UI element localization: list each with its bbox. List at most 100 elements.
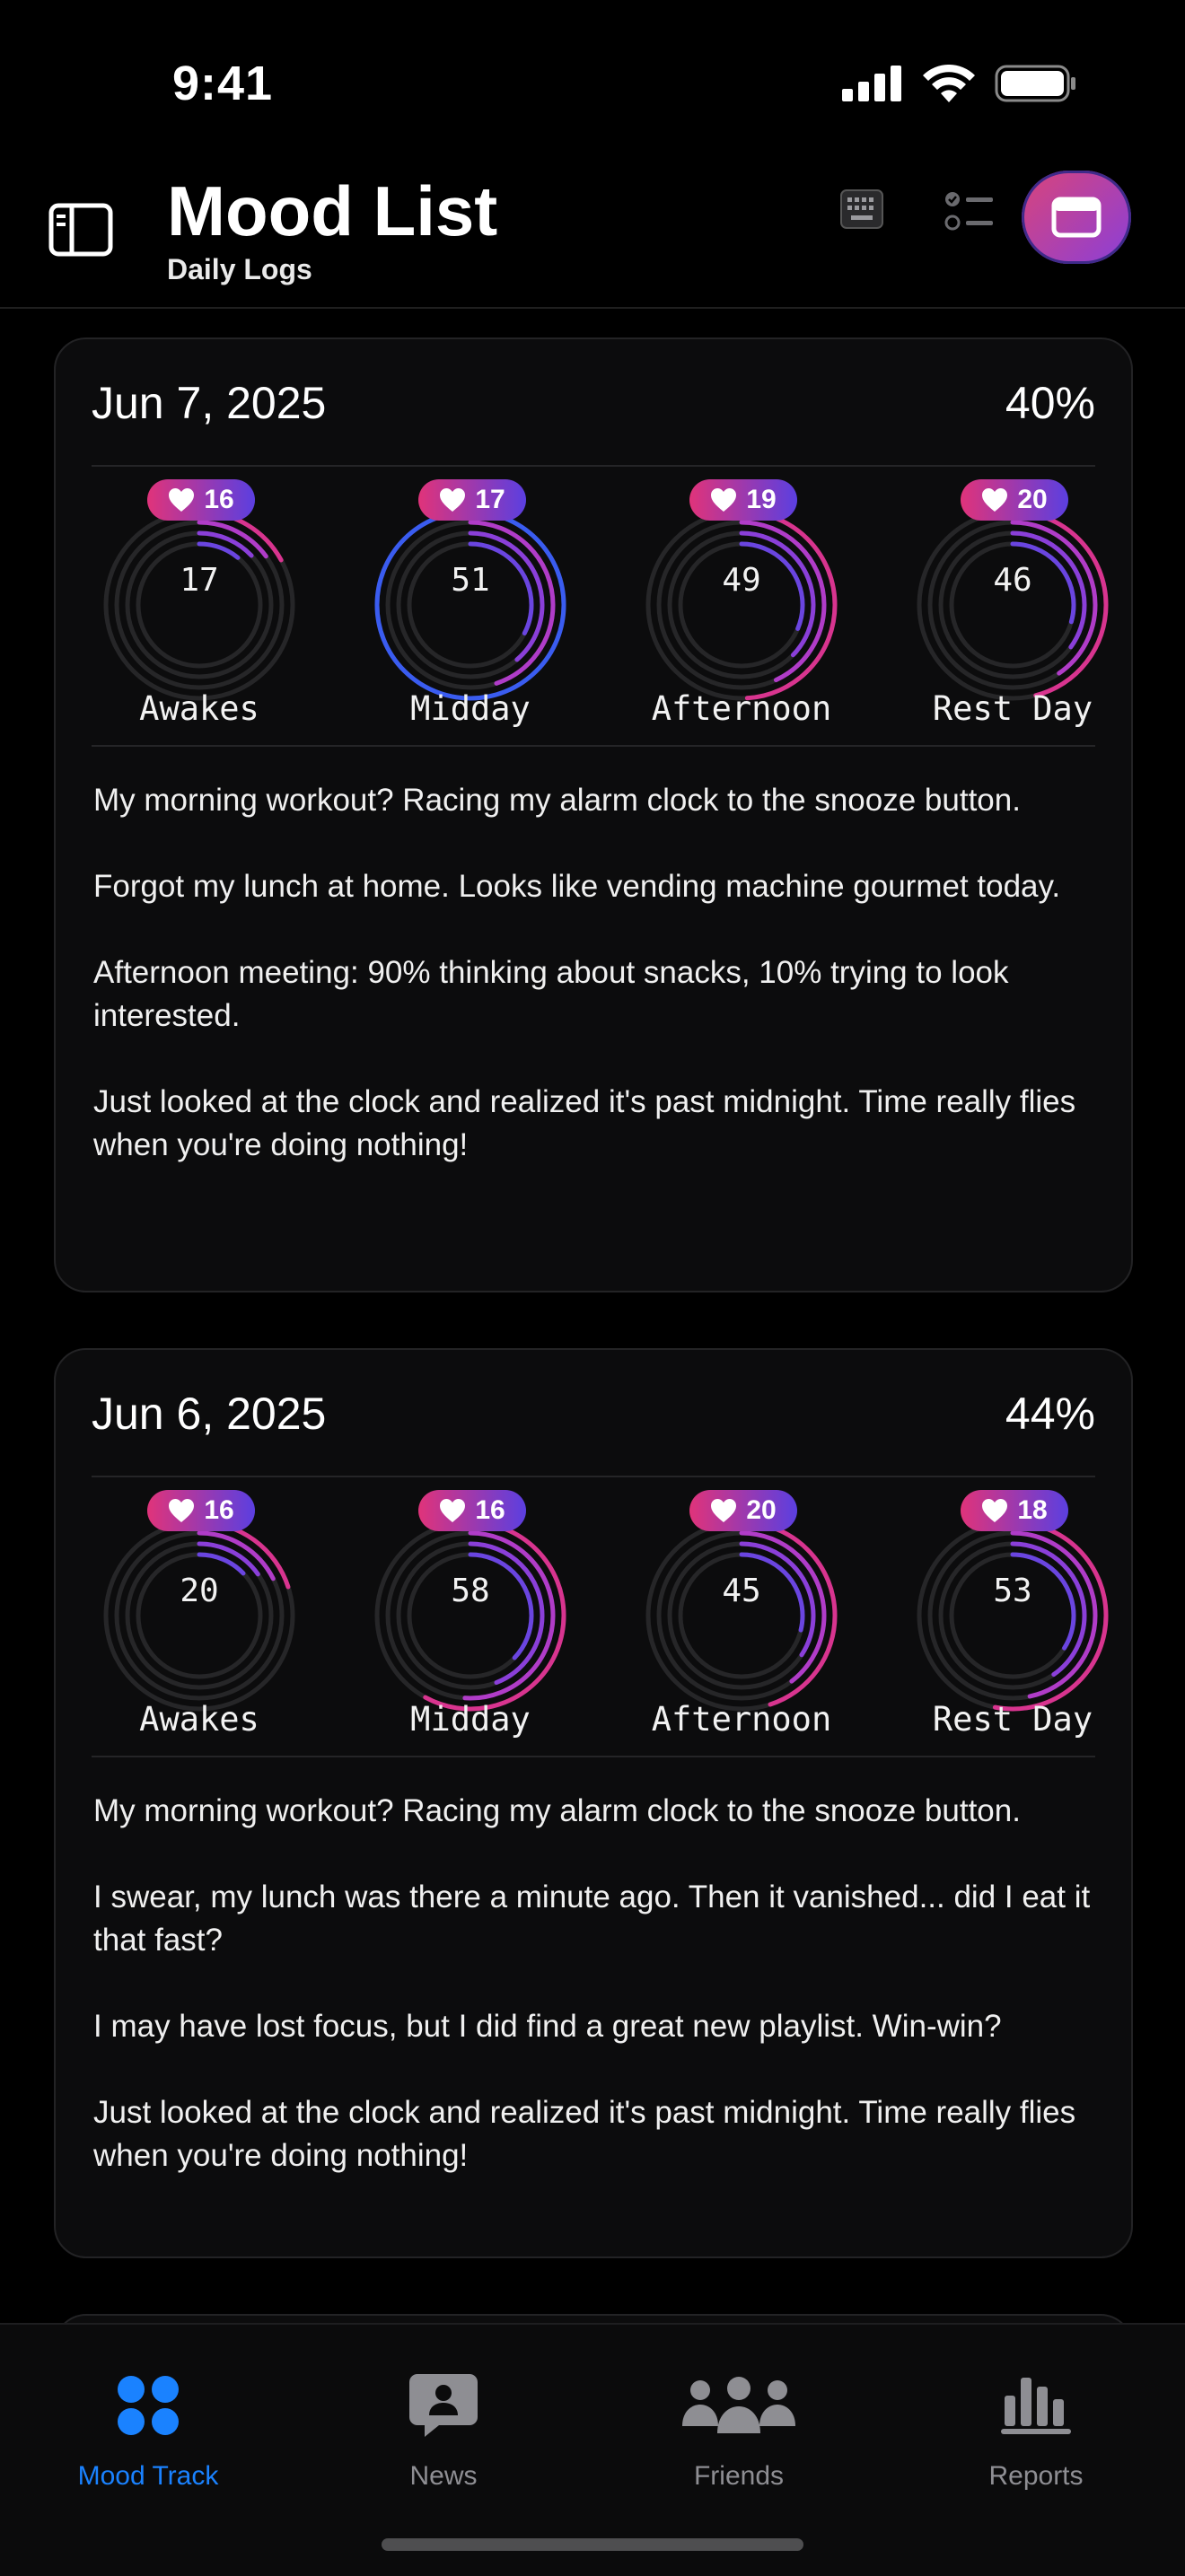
hearts-badge: 20 — [961, 479, 1068, 521]
hearts-badge: 16 — [147, 479, 255, 521]
mood-ring[interactable]: 17 16 Awakes — [92, 479, 307, 749]
home-indicator[interactable] — [382, 2538, 803, 2551]
ring-label: Awakes — [139, 689, 259, 728]
checklist-button[interactable] — [944, 190, 995, 233]
keyboard-icon — [840, 189, 883, 229]
bar-chart-icon — [1001, 2378, 1071, 2434]
page-subtitle: Daily Logs — [167, 253, 312, 285]
hearts-badge: 16 — [418, 1490, 526, 1531]
mood-ring[interactable]: 45 20 Afternoon — [634, 1490, 849, 1759]
tab-label: Friends — [693, 2461, 785, 2491]
ring-value: 53 — [993, 1573, 1032, 1609]
ring-value: 46 — [993, 562, 1032, 599]
hearts-badge: 17 — [418, 479, 526, 521]
tab-friends[interactable]: Friends — [631, 2370, 847, 2492]
heart-icon — [169, 1499, 195, 1522]
heart-icon — [440, 488, 466, 512]
window-layout-button[interactable] — [1022, 171, 1131, 264]
cellular-signal-icon — [842, 66, 901, 101]
ring-gauge — [103, 509, 295, 701]
mood-ring[interactable]: 20 16 Awakes — [92, 1490, 307, 1759]
heart-icon — [711, 1499, 737, 1522]
heart-icon — [982, 1499, 1008, 1522]
entry-date: Jun 7, 2025 — [92, 378, 327, 428]
mood-ring[interactable]: 46 20 Rest Day — [905, 479, 1120, 749]
ring-gauge — [917, 509, 1109, 701]
note-text: Forgot my lunch at home. Looks like vend… — [93, 869, 1061, 904]
people-group-icon — [682, 2377, 795, 2433]
status-time: 9:41 — [172, 57, 274, 110]
note-text: Just looked at the clock and realized it… — [93, 2095, 1076, 2173]
battery-icon — [995, 65, 1075, 102]
ring-value: 51 — [451, 562, 490, 599]
tab-mood-track[interactable]: Mood Track — [40, 2370, 256, 2492]
mood-rings: 20 16 Awakes 58 16 Midday 45 20 Afternoo… — [92, 1490, 1109, 1759]
entry-date: Jun 6, 2025 — [92, 1389, 327, 1439]
ring-value: 45 — [722, 1573, 761, 1609]
ring-label: Rest Day — [932, 1700, 1093, 1739]
status-bar: 9:41 — [0, 0, 1185, 171]
sidebar-icon — [48, 203, 113, 257]
card-header: Jun 6, 2025 44% — [92, 1388, 1095, 1441]
mood-entry-card[interactable]: Jun 6, 2025 44% 20 16 Awakes 58 16 Midda… — [54, 1348, 1133, 2258]
ring-label: Midday — [410, 1700, 531, 1739]
entry-notes: My morning workout? Racing my alarm cloc… — [93, 779, 1095, 1167]
hearts-count: 16 — [204, 1495, 234, 1525]
hearts-badge: 20 — [689, 1490, 797, 1531]
hearts-badge: 18 — [961, 1490, 1068, 1531]
ring-label: Awakes — [139, 1700, 259, 1739]
heart-icon — [169, 488, 195, 512]
mood-ring[interactable]: 51 17 Midday — [363, 479, 578, 749]
entry-percent: 40% — [1005, 378, 1095, 428]
divider — [92, 1476, 1095, 1477]
tab-reports[interactable]: Reports — [928, 2370, 1144, 2492]
divider — [92, 465, 1095, 467]
mood-ring[interactable]: 49 19 Afternoon — [634, 479, 849, 749]
note-text: Afternoon meeting: 90% thinking about sn… — [93, 955, 1009, 1033]
chat-bubble-person-icon — [409, 2374, 478, 2437]
note-text: I may have lost focus, but I did find a … — [93, 2009, 1002, 2044]
note-text: My morning workout? Racing my alarm cloc… — [93, 783, 1021, 818]
note-text: My morning workout? Racing my alarm cloc… — [93, 1793, 1021, 1828]
heart-icon — [440, 1499, 466, 1522]
heart-icon — [711, 488, 737, 512]
mood-ring[interactable]: 58 16 Midday — [363, 1490, 578, 1759]
hearts-count: 18 — [1017, 1495, 1048, 1525]
hearts-count: 16 — [204, 485, 234, 514]
card-header: Jun 7, 2025 40% — [92, 377, 1095, 431]
ring-value: 58 — [451, 1573, 490, 1609]
divider — [92, 1756, 1095, 1757]
hearts-badge: 19 — [689, 479, 797, 521]
hearts-count: 20 — [746, 1495, 777, 1525]
ring-gauge — [645, 509, 838, 701]
entry-percent: 44% — [1005, 1389, 1095, 1439]
entry-notes: My morning workout? Racing my alarm cloc… — [93, 1790, 1095, 2177]
ring-value: 17 — [180, 562, 219, 599]
ring-gauge — [374, 1520, 566, 1712]
ring-gauge — [374, 509, 566, 701]
tab-label: Reports — [988, 2461, 1084, 2491]
mood-ring[interactable]: 53 18 Rest Day — [905, 1490, 1120, 1759]
status-icons — [842, 65, 1077, 102]
hearts-badge: 16 — [147, 1490, 255, 1531]
hearts-count: 20 — [1017, 485, 1048, 514]
ring-gauge — [645, 1520, 838, 1712]
mood-entry-card[interactable]: Jun 7, 2025 40% 17 16 Awakes 51 17 Midda… — [54, 337, 1133, 1292]
tab-news[interactable]: News — [336, 2370, 551, 2492]
sidebar-toggle-button[interactable] — [48, 203, 113, 257]
tab-label: Mood Track — [77, 2461, 219, 2491]
mood-rings: 17 16 Awakes 51 17 Midday 49 19 Afternoo… — [92, 479, 1109, 749]
heart-icon — [982, 488, 1008, 512]
keyboard-button[interactable] — [839, 188, 884, 230]
ring-value: 20 — [180, 1573, 219, 1609]
hearts-count: 19 — [746, 485, 777, 514]
wifi-icon — [923, 65, 975, 102]
note-text: I swear, my lunch was there a minute ago… — [93, 1879, 1091, 1958]
hearts-count: 16 — [475, 1495, 505, 1525]
nav-header: Mood List Daily Logs — [0, 171, 1185, 309]
ring-label: Afternoon — [651, 689, 832, 728]
ring-label: Midday — [410, 689, 531, 728]
checklist-icon — [944, 192, 993, 231]
note-text: Just looked at the clock and realized it… — [93, 1084, 1076, 1162]
ring-label: Rest Day — [932, 689, 1093, 728]
